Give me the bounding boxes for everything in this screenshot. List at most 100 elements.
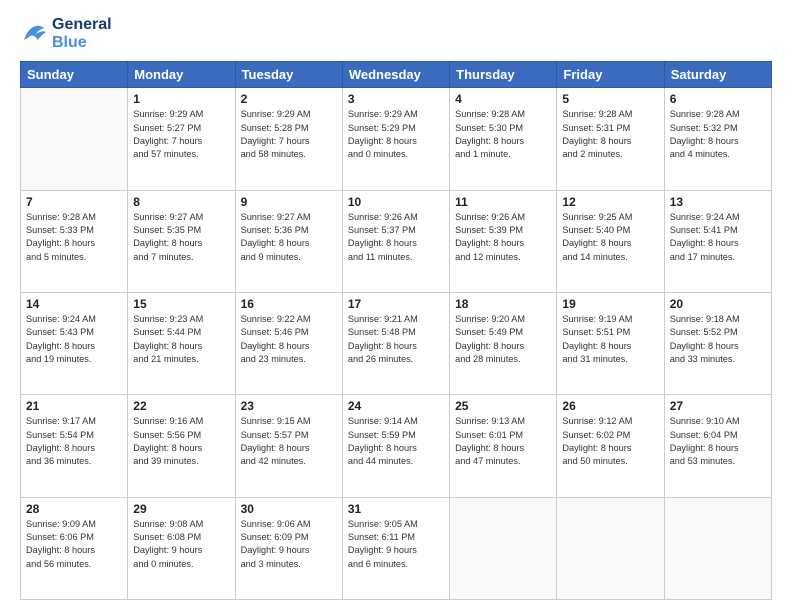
day-detail: Sunrise: 9:28 AMSunset: 5:33 PMDaylight:… — [26, 211, 122, 264]
day-detail: Sunrise: 9:28 AMSunset: 5:32 PMDaylight:… — [670, 108, 766, 161]
day-number: 20 — [670, 297, 766, 311]
header: General Blue — [20, 16, 772, 51]
day-number: 4 — [455, 92, 551, 106]
calendar-week-row: 14 Sunrise: 9:24 AMSunset: 5:43 PMDayligh… — [21, 292, 772, 394]
day-number: 11 — [455, 195, 551, 209]
day-detail: Sunrise: 9:26 AMSunset: 5:39 PMDaylight:… — [455, 211, 551, 264]
calendar-cell: 1Sunrise: 9:29 AMSunset: 5:27 PMDaylight… — [128, 88, 235, 190]
day-number: 1 — [133, 92, 229, 106]
calendar-cell: 24 Sunrise: 9:14 AMSunset: 5:59 PMDayligh… — [342, 395, 449, 497]
calendar-cell: 31 Sunrise: 9:05 AMSunset: 6:11 PMDayligh… — [342, 497, 449, 599]
calendar-cell: 26 Sunrise: 9:12 AMSunset: 6:02 PMDayligh… — [557, 395, 664, 497]
day-number: 29 — [133, 502, 229, 516]
day-detail: Sunrise: 9:19 AMSunset: 5:51 PMDaylight:… — [562, 313, 658, 366]
calendar-week-row: 28Sunrise: 9:09 AMSunset: 6:06 PMDayligh… — [21, 497, 772, 599]
calendar-day-header: Thursday — [450, 62, 557, 88]
day-detail: Sunrise: 9:17 AMSunset: 5:54 PMDaylight:… — [26, 415, 122, 468]
calendar-week-row: 21 Sunrise: 9:17 AMSunset: 5:54 PMDayligh… — [21, 395, 772, 497]
calendar-cell: 8 Sunrise: 9:27 AMSunset: 5:35 PMDaylight… — [128, 190, 235, 292]
day-detail: Sunrise: 9:24 AMSunset: 5:43 PMDaylight:… — [26, 313, 122, 366]
day-detail: Sunrise: 9:12 AMSunset: 6:02 PMDaylight:… — [562, 415, 658, 468]
calendar-cell: 11 Sunrise: 9:26 AMSunset: 5:39 PMDayligh… — [450, 190, 557, 292]
day-number: 21 — [26, 399, 122, 413]
day-number: 18 — [455, 297, 551, 311]
calendar-day-header: Tuesday — [235, 62, 342, 88]
calendar-cell: 5Sunrise: 9:28 AMSunset: 5:31 PMDaylight… — [557, 88, 664, 190]
day-detail: Sunrise: 9:06 AMSunset: 6:09 PMDaylight:… — [241, 518, 337, 571]
calendar-cell: 10 Sunrise: 9:26 AMSunset: 5:37 PMDayligh… — [342, 190, 449, 292]
day-detail: Sunrise: 9:13 AMSunset: 6:01 PMDaylight:… — [455, 415, 551, 468]
day-number: 26 — [562, 399, 658, 413]
day-number: 24 — [348, 399, 444, 413]
day-number: 27 — [670, 399, 766, 413]
day-detail: Sunrise: 9:25 AMSunset: 5:40 PMDaylight:… — [562, 211, 658, 264]
calendar-cell: 18Sunrise: 9:20 AMSunset: 5:49 PMDayligh… — [450, 292, 557, 394]
calendar-week-row: 1Sunrise: 9:29 AMSunset: 5:27 PMDaylight… — [21, 88, 772, 190]
day-number: 3 — [348, 92, 444, 106]
day-detail: Sunrise: 9:29 AMSunset: 5:29 PMDaylight:… — [348, 108, 444, 161]
day-number: 30 — [241, 502, 337, 516]
calendar-cell: 19 Sunrise: 9:19 AMSunset: 5:51 PMDayligh… — [557, 292, 664, 394]
calendar-table: SundayMondayTuesdayWednesdayThursdayFrid… — [20, 61, 772, 600]
calendar-cell: 15Sunrise: 9:23 AMSunset: 5:44 PMDayligh… — [128, 292, 235, 394]
day-number: 23 — [241, 399, 337, 413]
day-number: 5 — [562, 92, 658, 106]
calendar-cell: 29 Sunrise: 9:08 AMSunset: 6:08 PMDayligh… — [128, 497, 235, 599]
logo: General Blue — [20, 16, 112, 51]
calendar-day-header: Wednesday — [342, 62, 449, 88]
day-number: 13 — [670, 195, 766, 209]
day-detail: Sunrise: 9:27 AMSunset: 5:35 PMDaylight:… — [133, 211, 229, 264]
calendar-cell: 2 Sunrise: 9:29 AMSunset: 5:28 PMDaylight… — [235, 88, 342, 190]
calendar-cell — [664, 497, 771, 599]
calendar-cell — [21, 88, 128, 190]
calendar-header-row: SundayMondayTuesdayWednesdayThursdayFrid… — [21, 62, 772, 88]
day-detail: Sunrise: 9:05 AMSunset: 6:11 PMDaylight:… — [348, 518, 444, 571]
day-number: 6 — [670, 92, 766, 106]
calendar-week-row: 7 Sunrise: 9:28 AMSunset: 5:33 PMDaylight… — [21, 190, 772, 292]
calendar-cell: 4 Sunrise: 9:28 AMSunset: 5:30 PMDaylight… — [450, 88, 557, 190]
calendar-cell: 16 Sunrise: 9:22 AMSunset: 5:46 PMDayligh… — [235, 292, 342, 394]
calendar-day-header: Monday — [128, 62, 235, 88]
calendar-cell — [557, 497, 664, 599]
day-detail: Sunrise: 9:16 AMSunset: 5:56 PMDaylight:… — [133, 415, 229, 468]
day-detail: Sunrise: 9:08 AMSunset: 6:08 PMDaylight:… — [133, 518, 229, 571]
day-number: 8 — [133, 195, 229, 209]
day-number: 7 — [26, 195, 122, 209]
day-number: 12 — [562, 195, 658, 209]
calendar-cell: 25 Sunrise: 9:13 AMSunset: 6:01 PMDayligh… — [450, 395, 557, 497]
calendar-cell: 3 Sunrise: 9:29 AMSunset: 5:29 PMDaylight… — [342, 88, 449, 190]
day-number: 2 — [241, 92, 337, 106]
day-number: 15 — [133, 297, 229, 311]
day-detail: Sunrise: 9:28 AMSunset: 5:30 PMDaylight:… — [455, 108, 551, 161]
day-number: 31 — [348, 502, 444, 516]
day-detail: Sunrise: 9:29 AMSunset: 5:28 PMDaylight:… — [241, 108, 337, 161]
calendar-day-header: Friday — [557, 62, 664, 88]
calendar-cell: 28Sunrise: 9:09 AMSunset: 6:06 PMDayligh… — [21, 497, 128, 599]
day-number: 17 — [348, 297, 444, 311]
day-detail: Sunrise: 9:14 AMSunset: 5:59 PMDaylight:… — [348, 415, 444, 468]
calendar-cell: 30 Sunrise: 9:06 AMSunset: 6:09 PMDayligh… — [235, 497, 342, 599]
calendar-cell: 12 Sunrise: 9:25 AMSunset: 5:40 PMDayligh… — [557, 190, 664, 292]
day-number: 16 — [241, 297, 337, 311]
calendar-cell — [450, 497, 557, 599]
day-number: 10 — [348, 195, 444, 209]
day-number: 19 — [562, 297, 658, 311]
day-number: 28 — [26, 502, 122, 516]
day-detail: Sunrise: 9:15 AMSunset: 5:57 PMDaylight:… — [241, 415, 337, 468]
calendar-cell: 14 Sunrise: 9:24 AMSunset: 5:43 PMDayligh… — [21, 292, 128, 394]
calendar-cell: 27Sunrise: 9:10 AMSunset: 6:04 PMDayligh… — [664, 395, 771, 497]
day-number: 25 — [455, 399, 551, 413]
day-detail: Sunrise: 9:22 AMSunset: 5:46 PMDaylight:… — [241, 313, 337, 366]
day-number: 14 — [26, 297, 122, 311]
calendar-cell: 21 Sunrise: 9:17 AMSunset: 5:54 PMDayligh… — [21, 395, 128, 497]
logo-text: General Blue — [52, 16, 112, 51]
day-detail: Sunrise: 9:27 AMSunset: 5:36 PMDaylight:… — [241, 211, 337, 264]
calendar-cell: 9Sunrise: 9:27 AMSunset: 5:36 PMDaylight… — [235, 190, 342, 292]
calendar-cell: 20Sunrise: 9:18 AMSunset: 5:52 PMDayligh… — [664, 292, 771, 394]
calendar-cell: 23 Sunrise: 9:15 AMSunset: 5:57 PMDayligh… — [235, 395, 342, 497]
calendar-cell: 22Sunrise: 9:16 AMSunset: 5:56 PMDayligh… — [128, 395, 235, 497]
day-detail: Sunrise: 9:21 AMSunset: 5:48 PMDaylight:… — [348, 313, 444, 366]
calendar-day-header: Sunday — [21, 62, 128, 88]
page: General Blue SundayMondayTuesdayWednesda… — [0, 0, 792, 612]
day-detail: Sunrise: 9:26 AMSunset: 5:37 PMDaylight:… — [348, 211, 444, 264]
